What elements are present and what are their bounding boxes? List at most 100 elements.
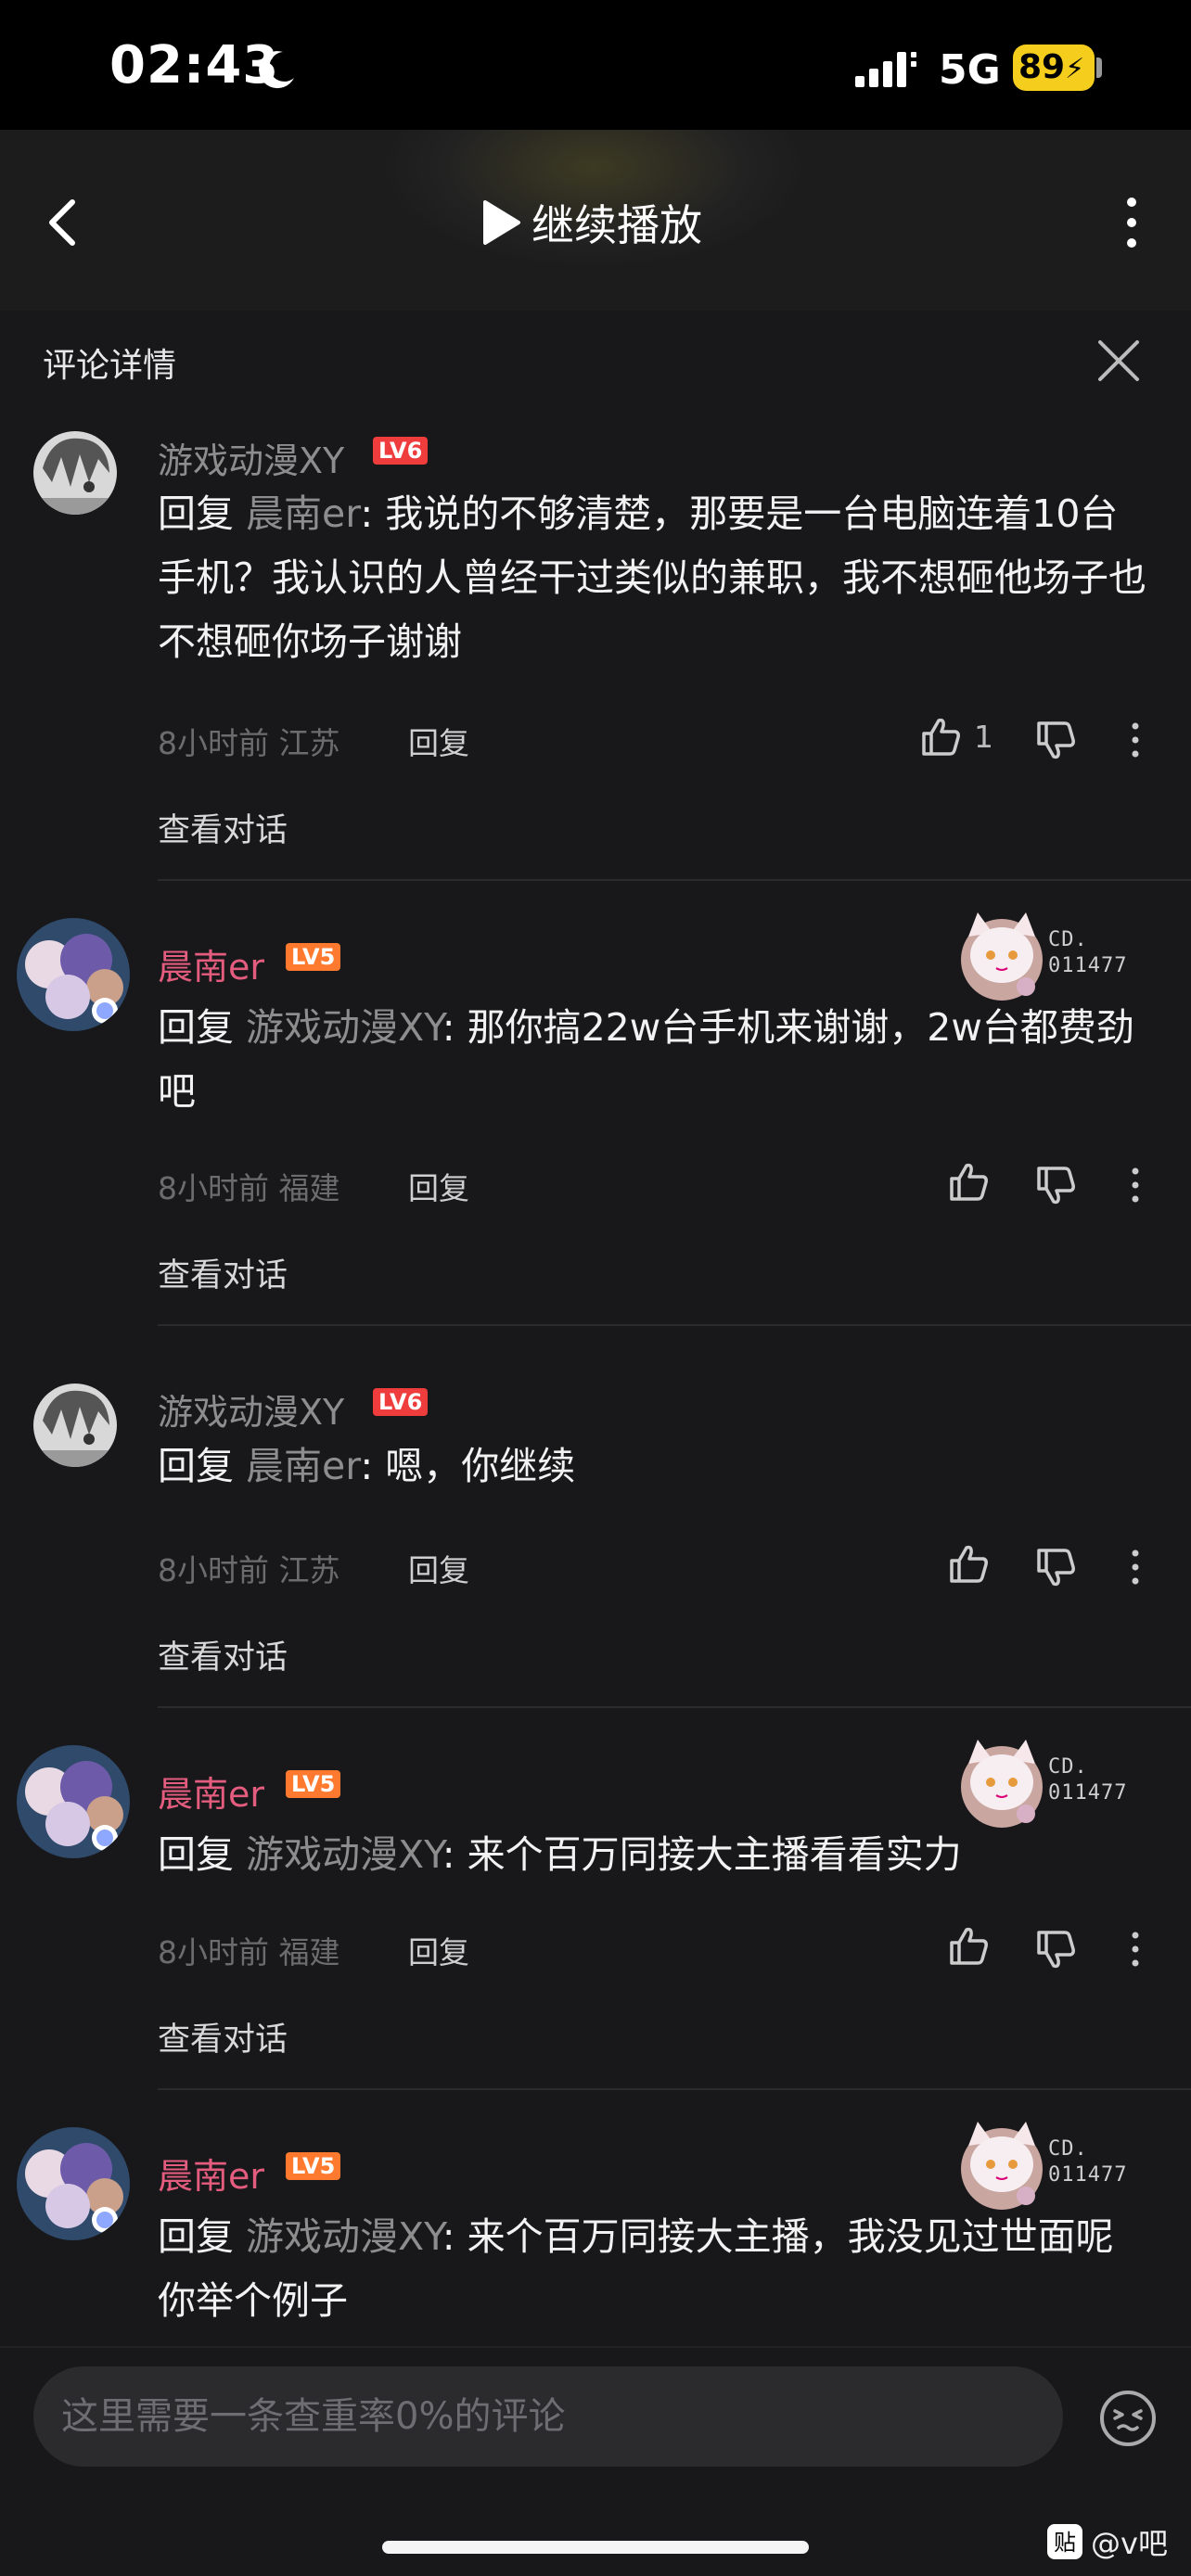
username[interactable]: 游戏动漫XY — [158, 432, 344, 483]
fan-badge-cat-icon — [961, 912, 1043, 1001]
level-badge: LV6 — [373, 1388, 429, 1416]
comment-location: 江苏 — [278, 725, 340, 761]
reply-target-user[interactable]: 晨南er — [246, 1444, 360, 1488]
view-thread-link[interactable]: 查看对话 — [158, 1249, 288, 1296]
username[interactable]: 晨南er — [158, 1766, 264, 1817]
reply-prefix: 回复 — [158, 1832, 247, 1877]
comment-item: 晨南er LV5 CD. 011477 回复 游戏动漫XY: 来个百万同接大主播… — [0, 1708, 1191, 2090]
comment-text: 回复 游戏动漫XY: 来个百万同接大主播看看实力 — [158, 1823, 1150, 1887]
comment-more-icon[interactable] — [1122, 1545, 1148, 1589]
comment-item: 晨南er LV5 CD. 011477 回复 游戏动漫XY: 那你搞22w台手机… — [0, 881, 1191, 1326]
comment-time: 8小时前 — [158, 1934, 269, 1970]
avatar[interactable] — [17, 2127, 130, 2240]
comment-item: 游戏动漫XY LV6 回复 晨南er: 嗯，你继续 8小时前 江苏 回复 查看对… — [0, 1326, 1191, 1708]
battery-tip — [1096, 57, 1102, 78]
tieba-logo-icon: 贴 — [1047, 2524, 1082, 2559]
avatar[interactable] — [17, 1745, 130, 1858]
dislike-icon[interactable] — [1033, 718, 1078, 762]
reply-prefix: 回复 — [158, 1444, 247, 1488]
video-header: 继续播放 — [0, 130, 1191, 311]
status-bar: 02:43 5G 89⚡ — [0, 0, 1191, 130]
fan-badge-code: CD. 011477 — [1048, 2137, 1128, 2187]
comment-location: 福建 — [278, 1170, 340, 1206]
comment-text: 回复 游戏动漫XY: 那你搞22w台手机来谢谢，2w台都费劲吧 — [158, 996, 1150, 1124]
comment-location: 福建 — [278, 1934, 340, 1970]
dislike-icon[interactable] — [1033, 1163, 1078, 1207]
reply-target-user[interactable]: 游戏动漫XY — [246, 1832, 442, 1877]
comment-detail-header: 评论详情 — [0, 311, 1191, 408]
reply-prefix: 回复 — [158, 1005, 247, 1050]
comment-item: 游戏动漫XY LV6 回复 晨南er: 我说的不够清楚，那要是一台电脑连着10台… — [0, 408, 1191, 881]
level-badge: LV6 — [373, 437, 429, 465]
reply-button[interactable]: 回复 — [408, 719, 469, 763]
close-icon[interactable] — [1095, 337, 1143, 385]
comment-more-icon[interactable] — [1122, 718, 1148, 762]
comment-text: 回复 晨南er: 我说的不够清楚，那要是一台电脑连着10台手机？我认识的人曾经干… — [158, 482, 1150, 674]
reply-button[interactable]: 回复 — [408, 1546, 469, 1590]
comment-input-bar: 贴 @v吧 — [0, 2346, 1191, 2576]
reply-prefix: 回复 — [158, 2214, 247, 2259]
like-icon[interactable] — [946, 1924, 991, 1969]
comment-text: 回复 游戏动漫XY: 来个百万同接大主播，我没见过世面呢你举个例子 — [158, 2205, 1150, 2333]
avatar[interactable] — [17, 918, 130, 1031]
avatar[interactable] — [33, 431, 117, 515]
like-icon[interactable] — [946, 1542, 991, 1587]
level-badge: LV5 — [286, 943, 341, 971]
reply-target-user[interactable]: 晨南er — [246, 491, 360, 536]
svg-text:贴: 贴 — [1054, 2530, 1076, 2556]
dislike-icon[interactable] — [1033, 1545, 1078, 1589]
reply-button[interactable]: 回复 — [408, 1164, 469, 1208]
back-button[interactable] — [37, 185, 93, 260]
more-options-icon[interactable] — [1104, 185, 1159, 260]
like-count: 1 — [974, 719, 993, 755]
reply-button[interactable]: 回复 — [408, 1928, 469, 1972]
level-badge: LV5 — [286, 1770, 341, 1798]
watermark-text: @v吧 — [1091, 2526, 1168, 2561]
reply-target-user[interactable]: 游戏动漫XY — [246, 1005, 442, 1050]
comment-meta: 8小时前 江苏 — [158, 719, 340, 763]
level-badge: LV5 — [286, 2152, 341, 2180]
fan-badge-cat-icon — [961, 2122, 1043, 2210]
panel-title: 评论详情 — [43, 347, 177, 385]
view-thread-link[interactable]: 查看对话 — [158, 804, 288, 851]
comment-content: : 来个百万同接大主播看看实力 — [442, 1832, 962, 1877]
view-thread-link[interactable]: 查看对话 — [158, 1631, 288, 1678]
home-indicator[interactable] — [382, 2541, 809, 2554]
fan-badge-code: CD. 011477 — [1048, 928, 1128, 977]
emoji-icon[interactable] — [1098, 2389, 1158, 2448]
comment-more-icon[interactable] — [1122, 1927, 1148, 1971]
network-label: 5G — [939, 46, 1001, 94]
battery-level: 89 — [1018, 48, 1066, 86]
comment-meta: 8小时前 福建 — [158, 1164, 340, 1208]
like-icon[interactable] — [918, 715, 963, 759]
comment-content: : 嗯，你继续 — [360, 1444, 576, 1488]
signal-icon — [855, 52, 916, 87]
avatar[interactable] — [33, 1384, 117, 1467]
username[interactable]: 游戏动漫XY — [158, 1384, 344, 1435]
fan-badge-cat-icon — [961, 1740, 1043, 1828]
username[interactable]: 晨南er — [158, 2148, 264, 2199]
reply-target-user[interactable]: 游戏动漫XY — [246, 2214, 442, 2259]
dislike-icon[interactable] — [1033, 1927, 1078, 1971]
resume-play-label: 继续播放 — [531, 200, 702, 250]
comment-input[interactable] — [33, 2366, 1063, 2467]
resume-play-button[interactable]: 继续播放 — [478, 185, 702, 260]
battery-indicator: 89⚡ — [1013, 45, 1095, 91]
reply-prefix: 回复 — [158, 491, 247, 536]
view-thread-link[interactable]: 查看对话 — [158, 2013, 288, 2060]
comment-item: 晨南er LV5 CD. 011477 回复 游戏动漫XY: 来个百万同接大主播… — [0, 2090, 1191, 2346]
moon-icon — [259, 51, 294, 89]
comment-text: 回复 晨南er: 嗯，你继续 — [158, 1435, 1150, 1498]
comment-time: 8小时前 — [158, 725, 269, 761]
comment-more-icon[interactable] — [1122, 1163, 1148, 1207]
fan-badge-code: CD. 011477 — [1048, 1755, 1128, 1804]
username[interactable]: 晨南er — [158, 938, 264, 989]
comment-time: 8小时前 — [158, 1552, 269, 1588]
comment-location: 江苏 — [278, 1552, 340, 1588]
charging-icon: ⚡ — [1065, 53, 1085, 85]
status-time: 02:43 — [109, 35, 280, 96]
comment-time: 8小时前 — [158, 1170, 269, 1206]
like-icon[interactable] — [946, 1160, 991, 1205]
play-icon — [483, 200, 520, 245]
watermark: 贴 @v吧 — [1046, 2520, 1168, 2563]
